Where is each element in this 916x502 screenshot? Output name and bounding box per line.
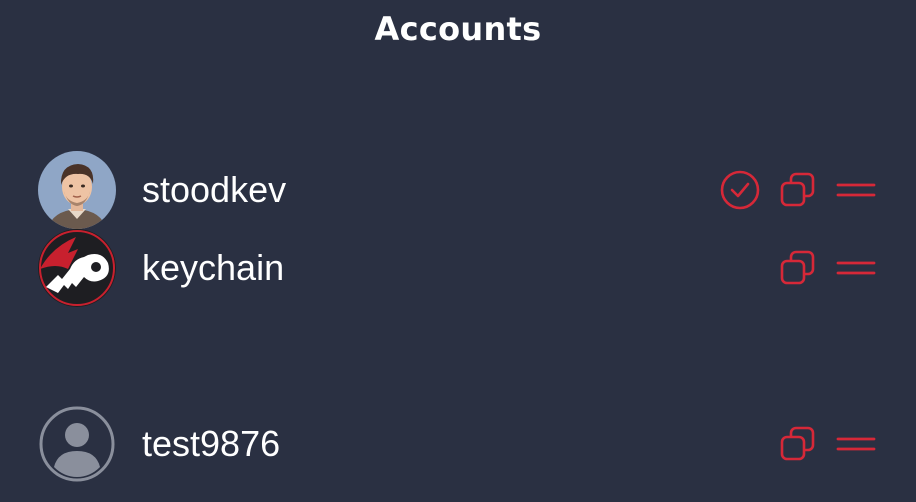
active-check-icon[interactable]	[718, 168, 762, 212]
copy-icon[interactable]	[776, 168, 820, 212]
drag-handle-icon[interactable]	[834, 246, 878, 290]
avatar	[38, 151, 116, 229]
copy-icon[interactable]	[776, 246, 820, 290]
account-name: test9876	[142, 423, 281, 464]
account-name: keychain	[142, 247, 285, 288]
copy-icon[interactable]	[776, 422, 820, 466]
account-name: stoodkev	[142, 169, 287, 210]
account-row-keychain[interactable]: keychain	[38, 228, 878, 308]
drag-handle-icon[interactable]	[834, 422, 878, 466]
account-row-stoodkev[interactable]: stoodkev	[38, 150, 878, 230]
default-user-icon	[38, 405, 116, 483]
keychain-logo-icon	[38, 229, 116, 307]
page-title: Accounts	[374, 10, 542, 48]
account-row-test9876[interactable]: test9876	[38, 404, 878, 484]
drag-handle-icon[interactable]	[834, 168, 878, 212]
